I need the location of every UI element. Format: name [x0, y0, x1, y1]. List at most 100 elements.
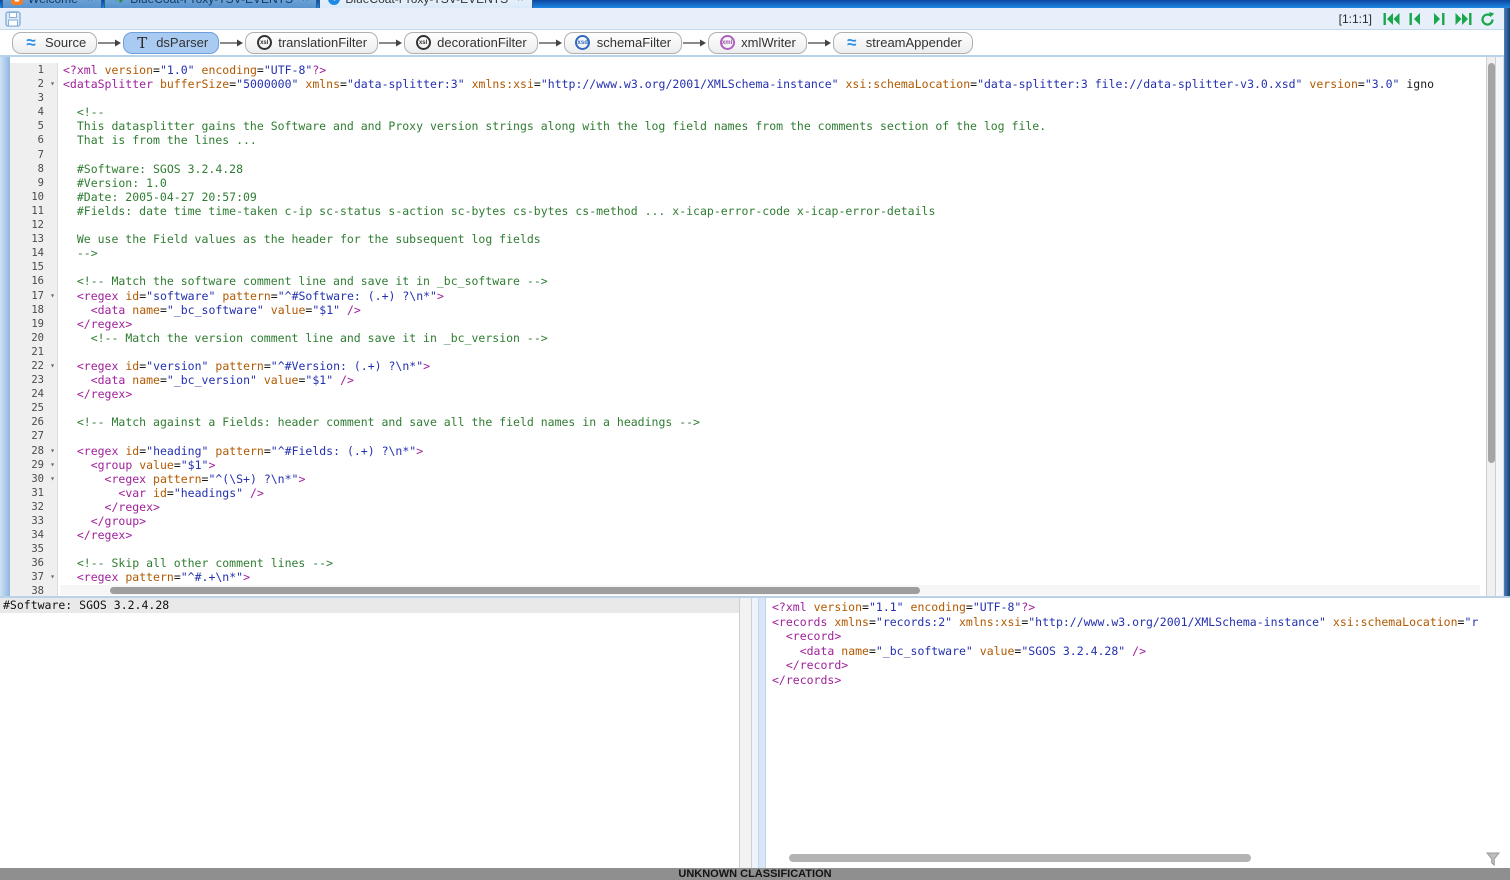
line-number[interactable]: 32	[10, 500, 58, 514]
code-line-text[interactable]: <dataSplitter bufferSize="5000000" xmlns…	[58, 77, 1486, 91]
output-pane-left-scrollbar[interactable]	[759, 598, 766, 870]
code-line-text[interactable]	[58, 401, 1486, 415]
line-number[interactable]: 27	[10, 429, 58, 443]
code-line-text[interactable]: #Version: 1.0	[58, 176, 1486, 190]
code-line-text[interactable]: <!-- Match the software comment line and…	[58, 274, 1486, 288]
output-pane[interactable]: <?xml version="1.1" encoding="UTF-8"?><r…	[758, 598, 1510, 870]
fold-toggle-icon[interactable]: ▾	[50, 359, 55, 373]
line-number[interactable]: 35	[10, 542, 58, 556]
code-line[interactable]: 4 <!--	[10, 105, 1486, 119]
code-line[interactable]: 14 -->	[10, 246, 1486, 260]
line-number[interactable]: 37▾	[10, 570, 58, 584]
code-line-text[interactable]: #Fields: date time time-taken c-ip sc-st…	[58, 204, 1486, 218]
code-line[interactable]: 11 #Fields: date time time-taken c-ip sc…	[10, 204, 1486, 218]
code-line-text[interactable]: #Date: 2005-04-27 20:57:09	[58, 190, 1486, 204]
pipeline-element-Source[interactable]: ≈Source	[12, 32, 97, 54]
code-line-text[interactable]: We use the Field values as the header fo…	[58, 232, 1486, 246]
code-line-text[interactable]: -->	[58, 246, 1486, 260]
code-line-text[interactable]: <regex pattern="^(\S+) ?\n*">	[58, 472, 1486, 486]
code-line-text[interactable]: <regex id="version" pattern="^#Version: …	[58, 359, 1486, 373]
line-number[interactable]: 29▾	[10, 458, 58, 472]
line-number[interactable]: 28▾	[10, 444, 58, 458]
line-number[interactable]: 11	[10, 204, 58, 218]
code-line[interactable]: 15	[10, 260, 1486, 274]
pipeline-element-decorationFilter[interactable]: xsldecorationFilter	[404, 32, 538, 54]
filter-icon[interactable]	[1486, 852, 1500, 866]
tab-bluecoat-proxy-tsv-events[interactable]: ➜BlueCoat-Proxy-TSV-EVENTS×	[104, 0, 317, 8]
input-data-line[interactable]: #Software: SGOS 3.2.4.28	[0, 598, 739, 613]
code-line-text[interactable]	[58, 429, 1486, 443]
code-line[interactable]: 28▾ <regex id="heading" pattern="^#Field…	[10, 444, 1486, 458]
fold-toggle-icon[interactable]: ▾	[50, 444, 55, 458]
tab-bluecoat-proxy-tsv-events[interactable]: iBlueCoat-Proxy-TSV-EVENTS×	[319, 0, 532, 8]
line-number[interactable]: 5	[10, 119, 58, 133]
code-line-text[interactable]: <regex id="heading" pattern="^#Fields: (…	[58, 444, 1486, 458]
fold-toggle-icon[interactable]: ▾	[50, 472, 55, 486]
line-number[interactable]: 9	[10, 176, 58, 190]
code-line[interactable]: 7	[10, 148, 1486, 162]
code-line-text[interactable]: </regex>	[58, 387, 1486, 401]
step-first-button[interactable]	[1382, 12, 1400, 27]
line-number[interactable]: 8	[10, 162, 58, 176]
code-line-text[interactable]	[58, 260, 1486, 274]
code-line[interactable]: 29▾ <group value="$1">	[10, 458, 1486, 472]
code-line-text[interactable]	[58, 91, 1486, 105]
code-line[interactable]: 2▾<dataSplitter bufferSize="5000000" xml…	[10, 77, 1486, 91]
code-line[interactable]: 3	[10, 91, 1486, 105]
line-number[interactable]: 21	[10, 345, 58, 359]
code-line-text[interactable]: That is from the lines ...	[58, 133, 1486, 147]
code-line-text[interactable]: <!--	[58, 105, 1486, 119]
line-number[interactable]: 4	[10, 105, 58, 119]
line-number[interactable]: 36	[10, 556, 58, 570]
code-line[interactable]: 34 </regex>	[10, 528, 1486, 542]
line-number[interactable]: 16	[10, 274, 58, 288]
tab-close-icon[interactable]: ×	[517, 0, 523, 5]
code-line[interactable]: 19 </regex>	[10, 317, 1486, 331]
fold-toggle-icon[interactable]: ▾	[50, 570, 55, 584]
input-pane-scrollbar-track[interactable]	[739, 598, 752, 870]
code-line-text[interactable]: <data name="_bc_version" value="$1" />	[58, 373, 1486, 387]
line-number[interactable]: 23	[10, 373, 58, 387]
line-number[interactable]: 12	[10, 218, 58, 232]
code-line[interactable]: 37▾ <regex pattern="^#.+\n*">	[10, 570, 1486, 584]
code-line-text[interactable]: </regex>	[58, 528, 1486, 542]
fold-toggle-icon[interactable]: ▾	[50, 289, 55, 303]
line-number[interactable]: 3	[10, 91, 58, 105]
code-line[interactable]: 16 <!-- Match the software comment line …	[10, 274, 1486, 288]
line-number[interactable]: 18	[10, 303, 58, 317]
editor-hscrollbar-thumb[interactable]	[110, 587, 920, 594]
line-number[interactable]: 34	[10, 528, 58, 542]
code-editor[interactable]: 1<?xml version="1.0" encoding="UTF-8"?>2…	[0, 57, 1510, 596]
code-line-text[interactable]: <!-- Match the version comment line and …	[58, 331, 1486, 345]
tab-close-icon[interactable]: ×	[87, 0, 93, 5]
output-hscrollbar-thumb[interactable]	[789, 854, 1251, 862]
line-number[interactable]: 6	[10, 133, 58, 147]
code-line-text[interactable]	[58, 542, 1486, 556]
line-number[interactable]: 10	[10, 190, 58, 204]
code-line-text[interactable]: </regex>	[58, 317, 1486, 331]
pipeline-element-xmlWriter[interactable]: xmlxmlWriter	[708, 32, 807, 54]
code-line-text[interactable]: <!-- Match against a Fields: header comm…	[58, 415, 1486, 429]
code-line-text[interactable]: This datasplitter gains the Software and…	[58, 119, 1486, 133]
code-line[interactable]: 8 #Software: SGOS 3.2.4.28	[10, 162, 1486, 176]
output-data-line[interactable]: <records xmlns="records:2" xmlns:xsi="ht…	[769, 615, 1510, 630]
line-number[interactable]: 14	[10, 246, 58, 260]
code-line-text[interactable]: <data name="_bc_software" value="$1" />	[58, 303, 1486, 317]
step-last-button[interactable]	[1454, 12, 1472, 27]
line-number[interactable]: 20	[10, 331, 58, 345]
code-line-text[interactable]	[58, 218, 1486, 232]
code-line[interactable]: 35	[10, 542, 1486, 556]
code-line[interactable]: 22▾ <regex id="version" pattern="^#Versi…	[10, 359, 1486, 373]
code-line-text[interactable]	[58, 345, 1486, 359]
code-line[interactable]: 21	[10, 345, 1486, 359]
line-number[interactable]: 17▾	[10, 289, 58, 303]
output-data-line[interactable]: <?xml version="1.1" encoding="UTF-8"?>	[769, 600, 1510, 615]
line-number[interactable]: 25	[10, 401, 58, 415]
line-number[interactable]: 13	[10, 232, 58, 246]
step-refresh-button[interactable]	[1478, 12, 1496, 27]
line-number[interactable]: 2▾	[10, 77, 58, 91]
step-backward-button[interactable]	[1406, 12, 1424, 27]
code-line[interactable]: 10 #Date: 2005-04-27 20:57:09	[10, 190, 1486, 204]
code-line[interactable]: 1<?xml version="1.0" encoding="UTF-8"?>	[10, 63, 1486, 77]
output-data-line[interactable]: </record>	[769, 658, 1510, 673]
